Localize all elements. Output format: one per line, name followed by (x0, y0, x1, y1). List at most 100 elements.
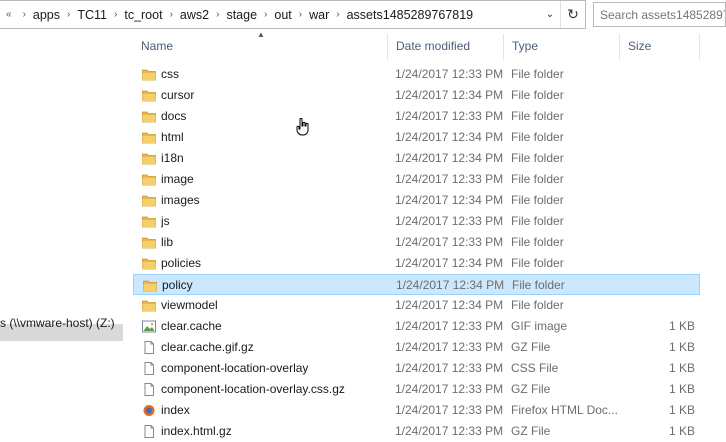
file-type: GZ File (511, 382, 551, 396)
file-name: html (161, 130, 184, 144)
folder-icon (142, 299, 156, 312)
file-icon (142, 425, 156, 438)
column-header-size[interactable]: Size (620, 34, 700, 60)
breadcrumb-separator-icon[interactable]: › (211, 9, 224, 20)
folder-icon (142, 131, 156, 144)
file-date-modified: 1/24/2017 12:34 PM (395, 88, 504, 102)
breadcrumb-item[interactable]: apps (31, 8, 62, 22)
list-item[interactable]: component-location-overlay.css.gz 1/24/20… (133, 379, 700, 400)
search-box[interactable] (593, 2, 726, 27)
chevron-down-icon[interactable]: ⌄ (540, 9, 560, 20)
list-item[interactable]: lib 1/24/2017 12:33 PM File folder (133, 232, 700, 253)
breadcrumb-separator-icon[interactable]: › (109, 9, 122, 20)
breadcrumb-separator-icon[interactable]: › (259, 9, 272, 20)
address-bar[interactable]: « › apps › TC11 › tc_root › aws2 › stage › out › war ›… (0, 0, 586, 29)
file-name: index.html.gz (161, 424, 232, 438)
folder-icon (142, 173, 156, 186)
folder-icon (142, 110, 156, 123)
nav-item-network-drive[interactable]: s (\\vmware-host) (Z:) (0, 316, 123, 330)
breadcrumb-separator-icon[interactable]: › (62, 9, 75, 20)
folder-icon (143, 279, 157, 292)
column-header-type[interactable]: Type (504, 34, 620, 60)
breadcrumb-item[interactable]: war (307, 8, 331, 22)
breadcrumb-item[interactable]: tc_root (122, 8, 164, 22)
list-item[interactable]: index 1/24/2017 12:33 PM Firefox HTML Doc.… (133, 400, 700, 421)
file-date-modified: 1/24/2017 12:34 PM (395, 151, 504, 165)
file-type: File folder (511, 214, 564, 228)
list-item[interactable]: component-location-overlay 1/24/2017 12:3… (133, 358, 700, 379)
list-item[interactable]: html 1/24/2017 12:34 PM File folder (133, 127, 700, 148)
file-size (623, 253, 695, 274)
file-name: cursor (161, 88, 195, 102)
list-item[interactable]: cursor 1/24/2017 12:34 PM File folder (133, 85, 700, 106)
list-item[interactable]: index.html.gz 1/24/2017 12:33 PM GZ File 1 … (133, 421, 700, 442)
file-name: docs (161, 109, 187, 123)
list-item[interactable]: clear.cache 1/24/2017 12:33 PM GIF image 1 … (133, 316, 700, 337)
folder-icon (142, 152, 156, 165)
list-item[interactable]: viewmodel 1/24/2017 12:34 PM File folder (133, 295, 700, 316)
file-size (623, 169, 695, 190)
file-type: File folder (511, 67, 564, 81)
list-item-selected[interactable]: policy 1/24/2017 12:34 PM File folder (133, 274, 700, 295)
file-size (623, 64, 695, 85)
file-name: images (161, 193, 200, 207)
file-icon (142, 383, 156, 396)
file-type: File folder (511, 151, 564, 165)
list-item[interactable]: policies 1/24/2017 12:34 PM File folder (133, 253, 700, 274)
file-name: component-location-overlay.css.gz (161, 382, 345, 396)
file-name: i18n (161, 151, 184, 165)
file-name: clear.cache (161, 319, 222, 333)
column-header-name[interactable]: Name (133, 34, 388, 60)
file-size: 1 KB (668, 340, 695, 354)
breadcrumb: « › apps › TC11 › tc_root › aws2 › stage › out › war ›… (0, 8, 540, 22)
file-name: component-location-overlay (161, 361, 309, 375)
file-name: lib (161, 235, 174, 249)
list-item[interactable]: clear.cache.gif.gz 1/24/2017 12:33 PM GZ F… (133, 337, 700, 358)
file-type: File folder (511, 298, 564, 312)
file-size (623, 295, 695, 316)
breadcrumb-separator-icon[interactable]: › (294, 9, 307, 20)
file-size: 1 KB (668, 361, 695, 375)
file-type: CSS File (511, 361, 559, 375)
breadcrumb-item[interactable]: TC11 (75, 8, 109, 22)
file-date-modified: 1/24/2017 12:34 PM (395, 193, 504, 207)
file-date-modified: 1/24/2017 12:33 PM (395, 403, 504, 417)
search-input[interactable] (600, 7, 725, 22)
file-size (623, 211, 695, 232)
file-type: File folder (511, 193, 564, 207)
file-size (623, 127, 695, 148)
breadcrumb-separator-icon[interactable]: › (331, 9, 344, 20)
file-date-modified: 1/24/2017 12:33 PM (395, 340, 504, 354)
file-name: css (161, 67, 179, 81)
file-date-modified: 1/24/2017 12:33 PM (395, 319, 504, 333)
list-item[interactable]: images 1/24/2017 12:34 PM File folder (133, 190, 700, 211)
file-type: GIF image (511, 319, 568, 333)
list-item[interactable]: docs 1/24/2017 12:33 PM File folder (133, 106, 700, 127)
file-size (623, 106, 695, 127)
list-item[interactable]: i18n 1/24/2017 12:34 PM File folder (133, 148, 700, 169)
folder-icon (142, 215, 156, 228)
list-item[interactable]: image 1/24/2017 12:33 PM File folder (133, 169, 700, 190)
file-date-modified: 1/24/2017 12:33 PM (395, 424, 504, 438)
column-header-date[interactable]: Date modified (388, 34, 504, 60)
folder-icon (142, 89, 156, 102)
navigation-pane (0, 30, 123, 434)
file-size (623, 190, 695, 211)
refresh-icon[interactable]: ↻ (560, 1, 585, 28)
list-item[interactable]: css 1/24/2017 12:33 PM File folder (133, 64, 700, 85)
file-date-modified: 1/24/2017 12:34 PM (395, 130, 504, 144)
breadcrumb-separator-icon[interactable]: › (18, 9, 31, 20)
breadcrumb-item[interactable]: out (272, 8, 293, 22)
breadcrumb-item[interactable]: stage (224, 8, 259, 22)
breadcrumb-item[interactable]: assets1485289767819 (345, 8, 476, 22)
breadcrumb-item[interactable]: aws2 (178, 8, 211, 22)
file-name: clear.cache.gif.gz (161, 340, 254, 354)
list-item[interactable]: js 1/24/2017 12:33 PM File folder (133, 211, 700, 232)
file-name: index (161, 403, 190, 417)
file-icon (142, 341, 156, 354)
breadcrumb-separator-icon[interactable]: › (165, 9, 178, 20)
folder-icon (142, 236, 156, 249)
file-type: Firefox HTML Doc... (511, 403, 618, 417)
breadcrumb-overflow-button[interactable]: « (4, 9, 18, 20)
file-type: File folder (511, 130, 564, 144)
